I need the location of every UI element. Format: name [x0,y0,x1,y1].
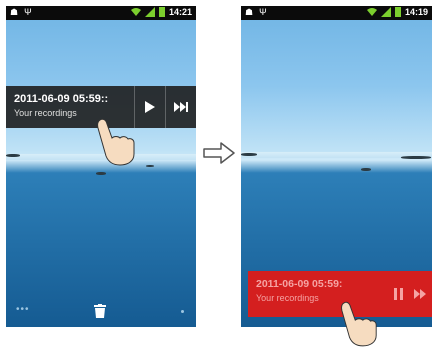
finger-pointer-icon [341,301,377,347]
status-time: 14:21 [168,7,192,17]
bottom-bar: ••• [6,297,196,327]
signal-icon [380,7,391,17]
island [361,168,371,171]
fast-forward-icon [414,289,426,299]
usb-icon: Ψ [24,7,32,17]
next-button[interactable] [414,271,432,317]
island [96,172,106,175]
island [146,165,154,167]
trash-icon[interactable] [94,304,106,318]
left-screen: ☗ Ψ 14:21 2011-06-09 05:59:: Your record… [6,6,196,327]
usb-debug-icon: ☗ [10,7,19,17]
usb-icon: Ψ [259,7,267,17]
play-button[interactable] [134,86,165,128]
status-bar: ☗ Ψ 14:19 [241,6,432,20]
pause-icon [394,288,403,300]
battery-icon [394,7,401,17]
battery-icon [158,7,165,17]
transition-arrow-icon [203,142,235,164]
wifi-icon [130,8,141,16]
page-dot [181,310,184,313]
wifi-icon [366,8,377,16]
right-screen: ☗ Ψ 14:19 2011-06-09 05:59: Your recordi… [241,6,432,327]
island [401,156,431,159]
recording-title: 2011-06-09 05:59:: [14,93,109,105]
signal-icon [144,7,155,17]
status-time: 14:19 [404,7,428,17]
fast-forward-icon [174,102,188,112]
menu-dots[interactable]: ••• [16,304,30,315]
finger-pointer-icon [97,118,135,166]
island [241,153,257,156]
status-bar: ☗ Ψ 14:21 [6,6,196,20]
usb-debug-icon: ☗ [245,7,254,17]
recording-subtitle: Your recordings [14,108,77,118]
island [6,154,20,157]
recording-title: 2011-06-09 05:59: [256,278,343,290]
play-icon [145,101,155,113]
next-button[interactable] [165,86,196,128]
pause-button[interactable] [384,271,414,317]
